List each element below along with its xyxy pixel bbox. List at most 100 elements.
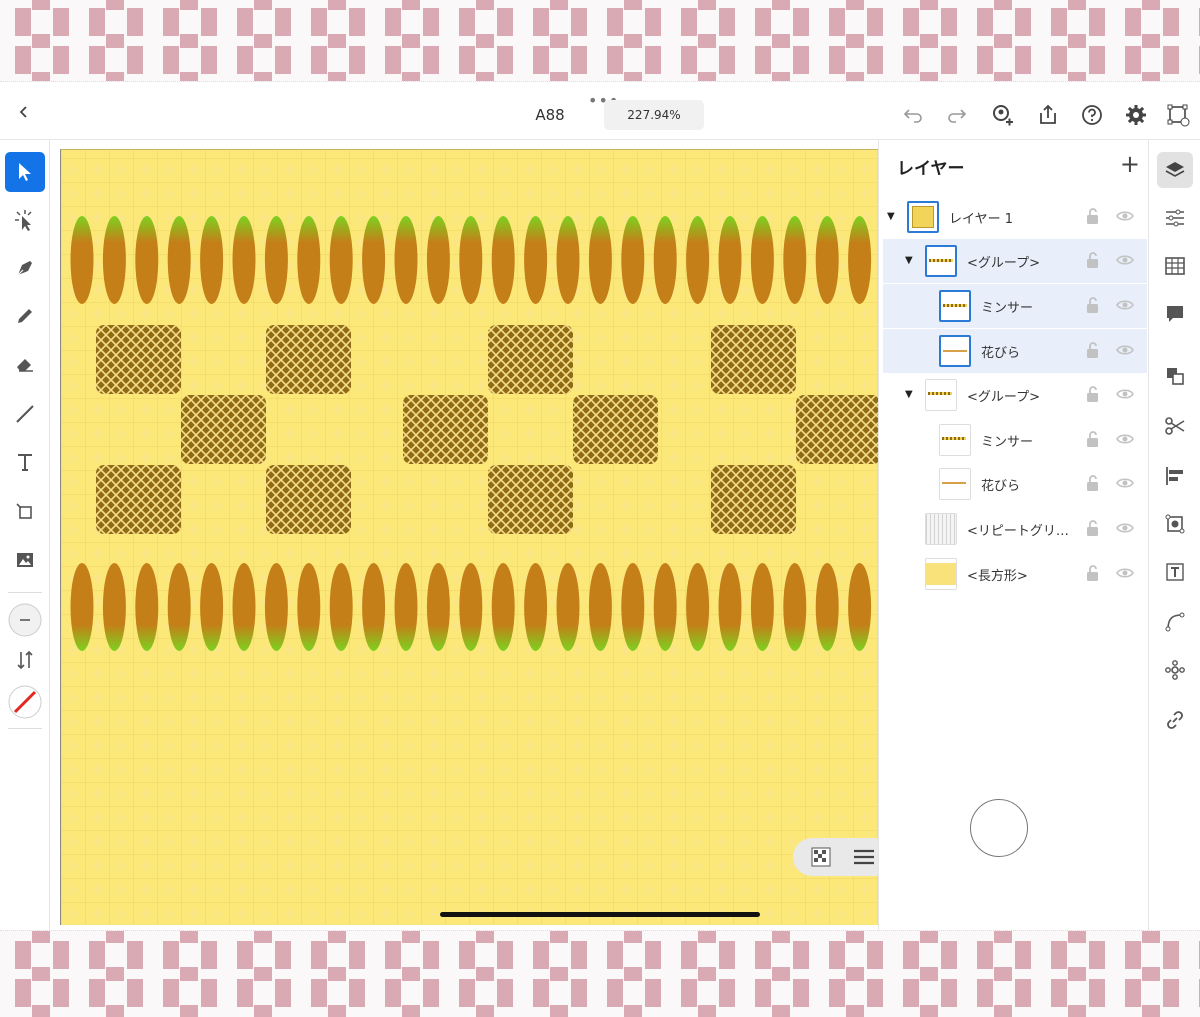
petal — [329, 216, 353, 304]
petal — [70, 563, 94, 651]
visibility-eye-icon[interactable] — [1115, 518, 1135, 538]
undo-button[interactable] — [900, 102, 926, 128]
unlock-icon[interactable] — [1083, 429, 1103, 449]
layers-button[interactable] — [1157, 152, 1193, 188]
minsa-block — [96, 325, 181, 394]
layer-name: ミンサー — [981, 435, 1034, 450]
expand-toggle-icon[interactable]: ▼ — [887, 211, 895, 222]
line-tool[interactable] — [5, 394, 45, 434]
unlock-icon[interactable] — [1083, 340, 1103, 360]
visibility-eye-icon[interactable] — [1115, 295, 1135, 315]
petal — [167, 216, 191, 304]
visibility-eye-icon[interactable] — [1115, 384, 1135, 404]
back-button[interactable] — [10, 98, 38, 126]
align-button[interactable] — [1157, 458, 1193, 494]
touch-modifier-button[interactable] — [970, 799, 1028, 857]
petal — [815, 563, 839, 651]
petal — [686, 563, 710, 651]
visibility-eye-icon[interactable] — [1115, 473, 1135, 493]
redo-button[interactable] — [944, 102, 970, 128]
settings-button[interactable] — [1122, 101, 1150, 129]
redo-icon — [948, 109, 967, 123]
layer-row[interactable]: <長方形> — [883, 552, 1147, 596]
share-icon — [1040, 104, 1056, 124]
petal — [524, 216, 548, 304]
unlock-icon[interactable] — [1083, 563, 1103, 583]
petal — [653, 216, 677, 304]
visibility-eye-icon[interactable] — [1115, 250, 1135, 270]
petal — [848, 216, 872, 304]
layer-row[interactable]: 花びら — [883, 462, 1147, 506]
petal — [362, 216, 386, 304]
path-button[interactable] — [1157, 604, 1193, 640]
text-icon — [18, 454, 32, 471]
add-layer-button[interactable]: + — [1120, 150, 1140, 178]
petal — [783, 216, 807, 304]
unlock-icon[interactable] — [1083, 250, 1103, 270]
cut-button[interactable] — [1157, 408, 1193, 444]
minsa-block — [96, 465, 181, 534]
unlock-icon[interactable] — [1083, 295, 1103, 315]
petal — [264, 563, 288, 651]
image-icon — [17, 553, 33, 567]
image-tool[interactable] — [5, 540, 45, 580]
stroke-width-control[interactable] — [5, 600, 45, 640]
invite-button[interactable] — [988, 101, 1016, 129]
minsa-block — [711, 325, 796, 394]
expand-toggle-icon[interactable]: ▼ — [905, 389, 913, 400]
properties-button[interactable] — [1157, 200, 1193, 236]
undo-icon — [903, 109, 922, 123]
petal — [815, 216, 839, 304]
align-left-icon — [1166, 467, 1183, 485]
pencil-tool[interactable] — [5, 296, 45, 336]
unlock-icon[interactable] — [1083, 384, 1103, 404]
link-button[interactable] — [1157, 702, 1193, 738]
help-button[interactable] — [1078, 101, 1106, 129]
visibility-eye-icon[interactable] — [1115, 340, 1135, 360]
layer-row[interactable]: 花びら — [883, 329, 1147, 373]
layers-title: レイヤー — [897, 159, 965, 179]
layer-thumbnail — [925, 245, 957, 277]
petal — [750, 216, 774, 304]
petal — [718, 563, 742, 651]
layer-row[interactable]: ▼ レイヤー 1 — [883, 195, 1147, 239]
share-button[interactable] — [1034, 101, 1062, 129]
gear-icon — [1126, 105, 1146, 125]
artboard-canvas[interactable] — [60, 149, 878, 925]
layer-row[interactable]: ミンサー — [883, 284, 1147, 328]
artboard-button[interactable] — [1164, 101, 1192, 129]
transform-tool[interactable] — [5, 492, 45, 532]
unlock-icon[interactable] — [1083, 206, 1103, 226]
visibility-eye-icon[interactable] — [1115, 429, 1135, 449]
grid-button[interactable] — [1157, 248, 1193, 284]
zoom-level[interactable]: 227.94% — [604, 100, 704, 130]
layer-row[interactable]: <リピートグリッド 1> — [883, 507, 1147, 551]
layer-row[interactable]: ミンサー — [883, 418, 1147, 462]
repeat-icon — [1165, 660, 1185, 680]
fill-color-swatch[interactable] — [5, 682, 45, 722]
unlock-icon[interactable] — [1083, 473, 1103, 493]
visibility-eye-icon[interactable] — [1115, 206, 1135, 226]
unlock-icon[interactable] — [1083, 518, 1103, 538]
arrange-button[interactable] — [1157, 358, 1193, 394]
petal — [621, 216, 645, 304]
layer-row[interactable]: ▼ <グループ> — [883, 239, 1147, 283]
layer-name: <リピートグリッド 1> — [967, 524, 1077, 539]
arrow-cursor-icon — [19, 163, 31, 181]
direct-select-tool[interactable] — [5, 200, 45, 240]
pen-tool[interactable] — [5, 248, 45, 288]
repeat-button[interactable] — [1157, 652, 1193, 688]
crop-button[interactable] — [1157, 506, 1193, 542]
petal — [135, 216, 159, 304]
select-tool[interactable] — [5, 152, 45, 192]
artwork — [61, 150, 878, 925]
comments-button[interactable] — [1157, 296, 1193, 332]
document-title[interactable]: A88 — [520, 106, 580, 124]
swap-colors-button[interactable] — [5, 640, 45, 680]
type-button[interactable] — [1157, 554, 1193, 590]
expand-toggle-icon[interactable]: ▼ — [905, 255, 913, 266]
visibility-eye-icon[interactable] — [1115, 563, 1135, 583]
text-tool[interactable] — [5, 442, 45, 482]
layer-row[interactable]: ▼ <グループ> — [883, 373, 1147, 417]
eraser-tool[interactable] — [5, 344, 45, 384]
